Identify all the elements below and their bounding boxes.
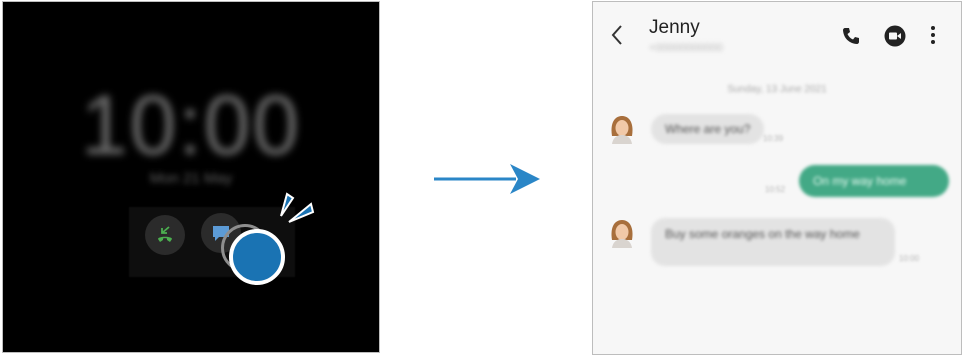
clock-date: Mon 21 May: [149, 170, 233, 187]
more-options-icon[interactable]: [929, 24, 937, 46]
contact-avatar: [611, 116, 633, 144]
back-icon[interactable]: [609, 22, 625, 48]
video-call-icon[interactable]: [883, 24, 907, 48]
transition-arrow-icon: [434, 164, 540, 194]
contact-avatar: [611, 220, 633, 248]
message-timestamp: 10:00: [899, 254, 920, 263]
message-timestamp: 10:52: [765, 185, 786, 194]
contact-name: Jenny: [649, 17, 700, 38]
message-timestamp: 10:39: [763, 134, 784, 143]
message-bubble-incoming[interactable]: Buy some oranges on the way home: [651, 218, 895, 266]
lock-screen: 10:00 Mon 21 May: [2, 1, 380, 353]
messages-conversation: Jenny +00000000000 Sunday, 13 June 2021 …: [592, 1, 962, 355]
tap-indicator: [229, 229, 285, 285]
date-separator: Sunday, 13 June 2021: [727, 84, 827, 95]
phone-icon[interactable]: [841, 26, 861, 46]
clock-time: 10:00: [80, 78, 302, 172]
tap-burst-icon: [280, 192, 315, 223]
message-bubble-incoming[interactable]: Where are you?: [651, 114, 765, 144]
call-accept-button[interactable]: [145, 215, 185, 255]
contact-number: +00000000000: [649, 42, 723, 54]
message-bubble-outgoing[interactable]: On my way home: [799, 165, 949, 197]
call-accept-icon: [158, 226, 172, 242]
